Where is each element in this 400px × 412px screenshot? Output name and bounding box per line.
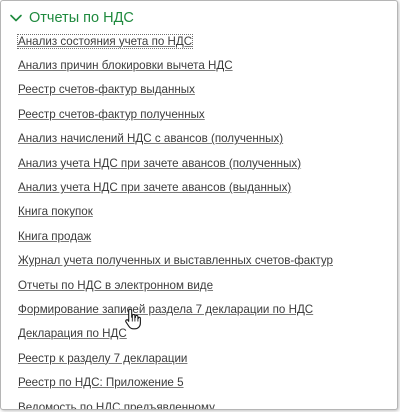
report-link[interactable]: Отчеты по НДС в электронном виде [18, 279, 213, 292]
list-item: Реестр счетов-фактур выданных [18, 78, 333, 102]
list-item: Анализ учета НДС при зачете авансов (пол… [18, 151, 333, 175]
list-item: Анализ состояния учета по НДС [16, 29, 333, 53]
list-item: Журнал учета полученных и выставленных с… [18, 249, 333, 273]
report-link-list: Анализ состояния учета по НДС Анализ при… [16, 29, 333, 409]
report-link[interactable]: Декларация по НДС [18, 327, 127, 340]
report-link[interactable]: Реестр счетов-фактур выданных [18, 83, 195, 96]
list-item: Книга покупок [18, 200, 333, 224]
report-link[interactable]: Ведомость по НДС предъявленному [18, 401, 215, 409]
chevron-down-icon[interactable] [9, 11, 23, 25]
list-item: Анализ учета НДС при зачете авансов (выд… [18, 175, 333, 199]
report-link[interactable]: Анализ учета НДС при зачете авансов (выд… [18, 181, 291, 194]
report-link[interactable]: Реестр счетов-фактур полученных [18, 108, 205, 121]
group-header-vat-reports[interactable]: Отчеты по НДС [9, 7, 134, 29]
list-item: Реестр счетов-фактур полученных [18, 102, 333, 126]
list-item: Отчеты по НДС в электронном виде [18, 273, 333, 297]
report-link[interactable]: Реестр к разделу 7 декларации [18, 352, 187, 365]
list-item: Ведомость по НДС предъявленному [18, 395, 333, 409]
list-item: Анализ причин блокировки вычета НДС [18, 53, 333, 77]
list-item: Формирование записей раздела 7 деклараци… [18, 297, 333, 321]
report-panel: Отчеты по НДС Анализ состояния учета по … [0, 0, 398, 410]
group-title: Отчеты по НДС [29, 10, 134, 26]
report-link[interactable]: Анализ состояния учета по НДС [16, 33, 194, 49]
report-link[interactable]: Книга покупок [18, 205, 93, 218]
hand-pointer-icon [125, 308, 141, 330]
list-item: Книга продаж [18, 224, 333, 248]
list-item: Реестр к разделу 7 декларации [18, 346, 333, 370]
report-link[interactable]: Анализ начислений НДС с авансов (получен… [18, 132, 283, 145]
report-link[interactable]: Анализ причин блокировки вычета НДС [18, 59, 233, 72]
list-item: Анализ начислений НДС с авансов (получен… [18, 127, 333, 151]
report-link[interactable]: Журнал учета полученных и выставленных с… [18, 254, 333, 267]
report-link[interactable]: Книга продаж [18, 230, 91, 243]
report-link[interactable]: Реестр по НДС: Приложение 5 [18, 376, 184, 389]
report-link[interactable]: Анализ учета НДС при зачете авансов (пол… [18, 157, 301, 170]
report-link[interactable]: Формирование записей раздела 7 деклараци… [18, 303, 313, 316]
list-item: Декларация по НДС [18, 322, 333, 346]
list-item: Реестр по НДС: Приложение 5 [18, 370, 333, 394]
